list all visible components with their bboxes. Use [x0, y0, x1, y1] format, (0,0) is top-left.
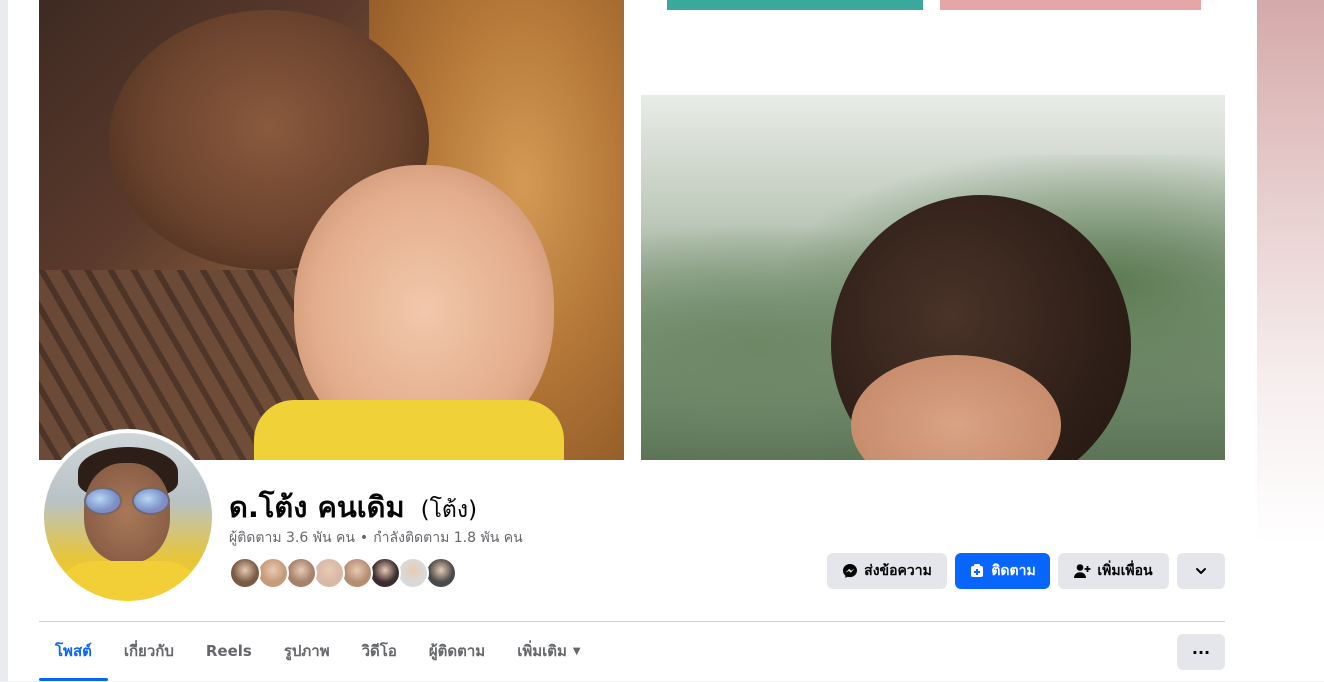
friend-avatar[interactable]	[341, 557, 373, 589]
tab-videos[interactable]: วิดีโอ	[346, 622, 413, 680]
profile-picture[interactable]	[40, 429, 216, 605]
following-link[interactable]: กำลังติดตาม 1.8 พัน คน	[373, 530, 522, 546]
profile-stats: ผู้ติดตาม 3.6 พัน คน • กำลังติดตาม 1.8 พัน…	[229, 527, 523, 549]
caret-down-icon: ▼	[572, 645, 581, 657]
tab-label: รูปภาพ	[283, 642, 330, 660]
tab-reels[interactable]: Reels	[190, 622, 268, 680]
add-friend-button-label: เพิ่มเพื่อน	[1097, 563, 1153, 579]
followers-link[interactable]: ผู้ติดตาม 3.6 พัน คน	[229, 530, 355, 546]
cover-photo-right-image	[641, 95, 1225, 460]
tab-label: ผู้ติดตาม	[428, 642, 486, 660]
follow-button-label: ติดตาม	[991, 563, 1036, 579]
tab-followers[interactable]: ผู้ติดตาม	[413, 622, 501, 680]
profile-tabs: โพสต์ เกี่ยวกับ Reels รูปภาพ วิดีโอ ผู้ต…	[39, 622, 597, 682]
ellipsis-icon: ···	[1191, 642, 1211, 662]
tab-posts[interactable]: โพสต์	[39, 622, 108, 681]
profile-name-row: ด.โต้ง คนเดิม (โต้ง)	[229, 484, 477, 530]
friend-avatar[interactable]	[313, 557, 345, 589]
tab-label: เพิ่มเติม	[517, 642, 567, 660]
page-background-right	[1257, 0, 1324, 681]
tab-photos[interactable]: รูปภาพ	[268, 622, 346, 680]
tab-label: เกี่ยวกับ	[123, 642, 174, 660]
stats-separator: •	[359, 530, 369, 546]
chevron-down-icon	[1194, 564, 1208, 578]
tab-about[interactable]: เกี่ยวกับ	[108, 622, 190, 680]
message-button-label: ส่งข้อความ	[864, 563, 932, 579]
messenger-icon	[842, 563, 858, 579]
tab-label: วิดีโอ	[361, 642, 397, 660]
tab-label: Reels	[205, 642, 252, 660]
friend-avatar[interactable]	[229, 557, 261, 589]
follow-icon	[969, 563, 985, 579]
tab-label: โพสต์	[55, 642, 92, 660]
friend-avatar[interactable]	[397, 557, 429, 589]
profile-name: ด.โต้ง คนเดิม	[229, 490, 405, 524]
friend-avatar[interactable]	[425, 557, 457, 589]
profile-avatar-image	[44, 433, 212, 601]
sunglasses	[84, 487, 174, 515]
mutual-friends-avatars[interactable]	[229, 557, 457, 589]
cover-photo-strip-right	[940, 0, 1201, 10]
add-friend-icon	[1074, 563, 1091, 579]
avatar-shirt	[54, 561, 204, 601]
friend-avatar[interactable]	[285, 557, 317, 589]
message-button[interactable]: ส่งข้อความ	[827, 553, 947, 589]
page-background-left	[0, 0, 8, 681]
friend-avatar[interactable]	[257, 557, 289, 589]
tabs-more-options-button[interactable]: ···	[1177, 634, 1225, 670]
profile-alternate-name: (โต้ง)	[420, 497, 478, 523]
add-friend-button[interactable]: เพิ่มเพื่อน	[1058, 553, 1169, 589]
cover-photo-left-image	[39, 0, 624, 460]
tab-more[interactable]: เพิ่มเติม ▼	[501, 622, 596, 680]
baby-yellow-shirt	[254, 400, 564, 460]
cover-photo-strip-left	[667, 0, 923, 10]
cover-photo[interactable]	[39, 0, 1225, 460]
follow-button[interactable]: ติดตาม	[955, 553, 1050, 589]
friend-avatar[interactable]	[369, 557, 401, 589]
profile-more-options-button[interactable]	[1177, 553, 1225, 589]
